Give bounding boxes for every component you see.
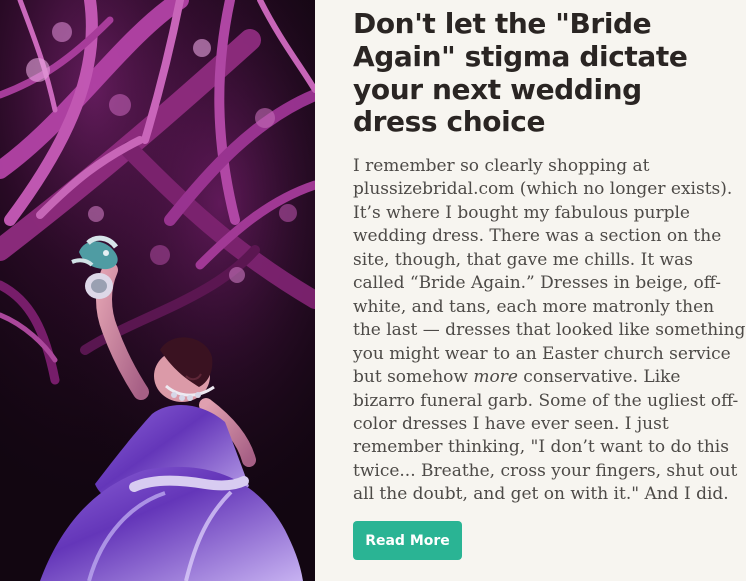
bride-photo	[0, 0, 315, 581]
article-excerpt: I remember so clearly shopping at plussi…	[353, 155, 746, 507]
hero-image	[0, 0, 315, 581]
excerpt-line-emphasis: but somehow more conservative. Like	[353, 366, 733, 389]
excerpt-line: plussizebridal.com (which no longer exis…	[353, 179, 733, 200]
excerpt-line: called “Bride Again.” Dresses in beige, …	[353, 273, 721, 294]
excerpt-line: bizarro funeral garb. Some of the uglies…	[353, 390, 739, 411]
article-title: Don't let the "Bride Again" stigma dicta…	[353, 7, 688, 139]
excerpt-line: It’s where I bought my fabulous purple	[353, 202, 690, 223]
excerpt-line: remember thinking, "I don’t want to do t…	[353, 437, 729, 458]
excerpt-line: color dresses I have ever seen. I just	[353, 413, 669, 434]
excerpt-fragment: but somehow	[353, 367, 474, 388]
excerpt-line: wedding dress. There was a section on th…	[353, 226, 722, 247]
article-content: Don't let the "Bride Again" stigma dicta…	[353, 7, 746, 560]
excerpt-line: site, though, that gave me chills. It wa…	[353, 249, 693, 270]
excerpt-line: I remember so clearly shopping at	[353, 156, 650, 176]
read-more-button[interactable]: Read More	[353, 520, 462, 560]
emphasis-text: more	[473, 367, 518, 388]
excerpt-line: the last — dresses that looked like some…	[353, 320, 746, 341]
excerpt-line: twice... Breathe, cross your fingers, sh…	[353, 460, 738, 481]
excerpt-fragment: conservative. Like	[517, 367, 681, 388]
excerpt-line: white, and tans, each more matronly then	[353, 296, 715, 317]
excerpt-line: you might wear to an Easter church servi…	[353, 343, 731, 364]
excerpt-line: all the doubt, and get on with it." And …	[353, 484, 729, 505]
